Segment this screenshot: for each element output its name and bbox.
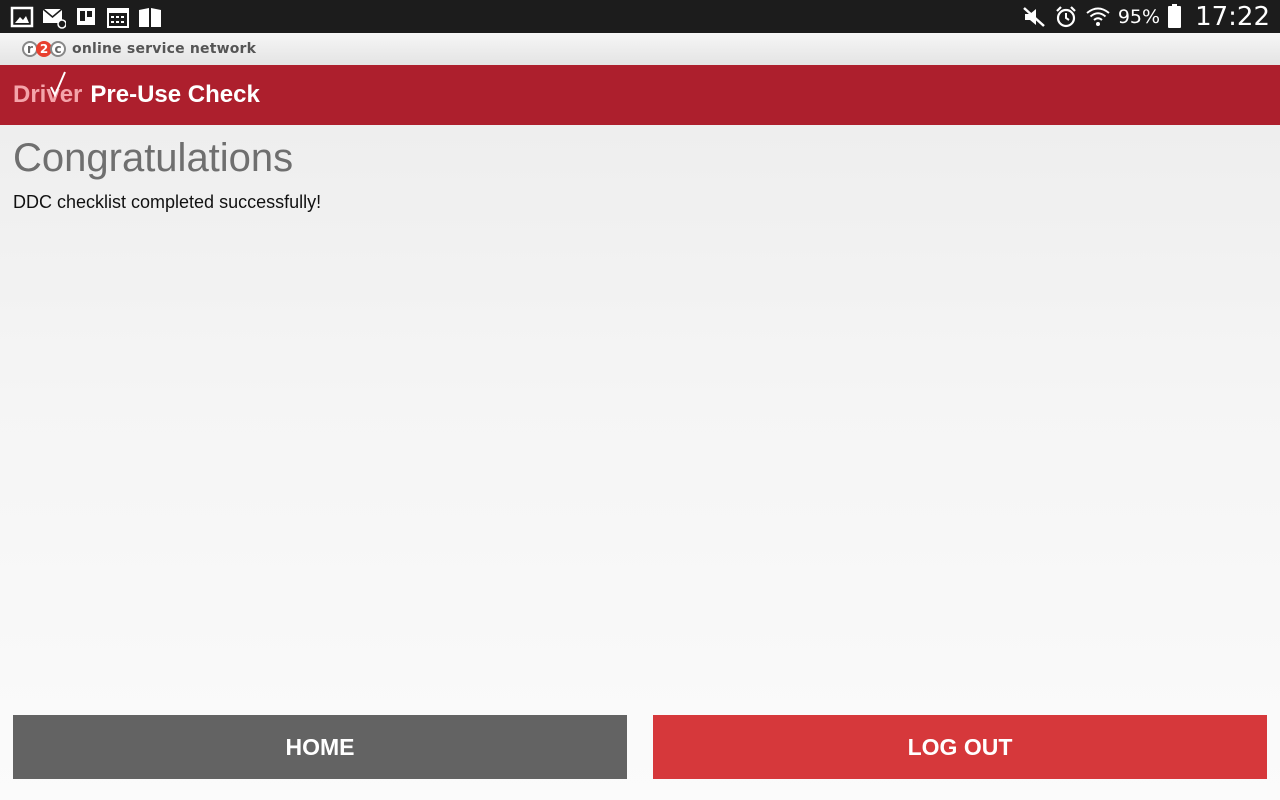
home-button[interactable]: HOME [13, 715, 627, 779]
checkmark-icon [50, 71, 66, 97]
success-heading: Congratulations [13, 136, 294, 180]
email-icon [42, 5, 66, 29]
wifi-icon [1086, 5, 1110, 29]
brand-strip: r 2 c online service network [0, 33, 1280, 65]
driver-logo: Driver [13, 71, 82, 109]
logout-button[interactable]: LOG OUT [653, 715, 1267, 779]
calendar-icon [106, 5, 130, 29]
r2c-logo: r 2 c [22, 41, 66, 57]
main-content: Congratulations DDC checklist completed … [13, 136, 321, 213]
success-message: DDC checklist completed successfully! [13, 192, 322, 212]
gallery-icon [10, 5, 34, 29]
system-indicators: 95% 17:22 [1022, 2, 1270, 32]
mute-icon [1022, 5, 1046, 29]
book-icon [138, 5, 162, 29]
page-title: Pre-Use Check [90, 81, 260, 108]
status-bar: 95% 17:22 [0, 0, 1280, 33]
clock: 17:22 [1195, 1, 1270, 32]
trello-icon [74, 5, 98, 29]
app-header: Driver Pre-Use Check [0, 65, 1280, 125]
battery-icon [1168, 3, 1182, 28]
alarm-icon [1054, 5, 1078, 29]
notification-icons [10, 5, 162, 29]
battery-percent: 95% [1117, 5, 1161, 28]
brand-tagline: online service network [72, 41, 257, 57]
